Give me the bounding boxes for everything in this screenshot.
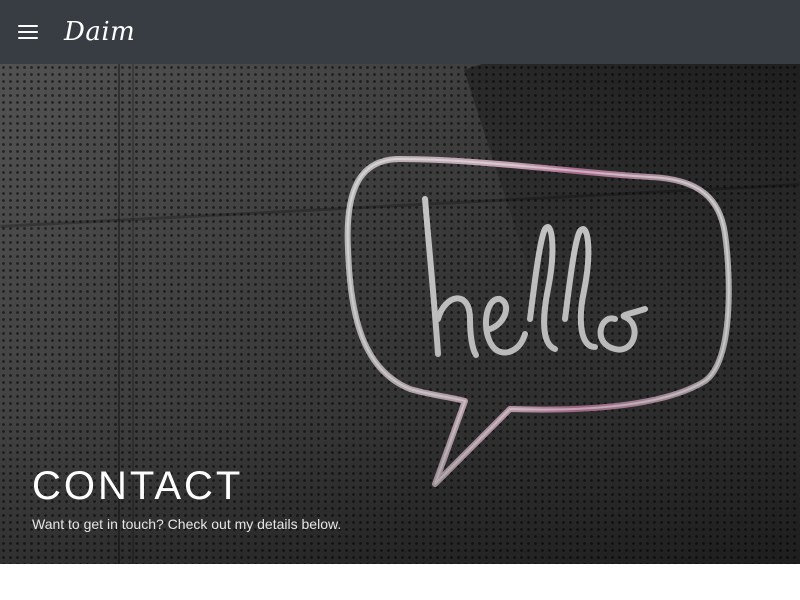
page-subtitle: Want to get in touch? Check out my detai… bbox=[32, 516, 342, 532]
site-logo[interactable]: Daim bbox=[64, 0, 135, 64]
page-title: CONTACT bbox=[32, 464, 244, 508]
hero-banner: CONTACT Want to get in touch? Check out … bbox=[0, 64, 800, 564]
main-content bbox=[0, 564, 800, 600]
hamburger-menu-icon bbox=[18, 25, 38, 39]
hero-text-block: CONTACT Want to get in touch? Check out … bbox=[32, 464, 341, 532]
top-app-bar: Daim bbox=[0, 0, 800, 64]
menu-button[interactable] bbox=[0, 0, 56, 64]
